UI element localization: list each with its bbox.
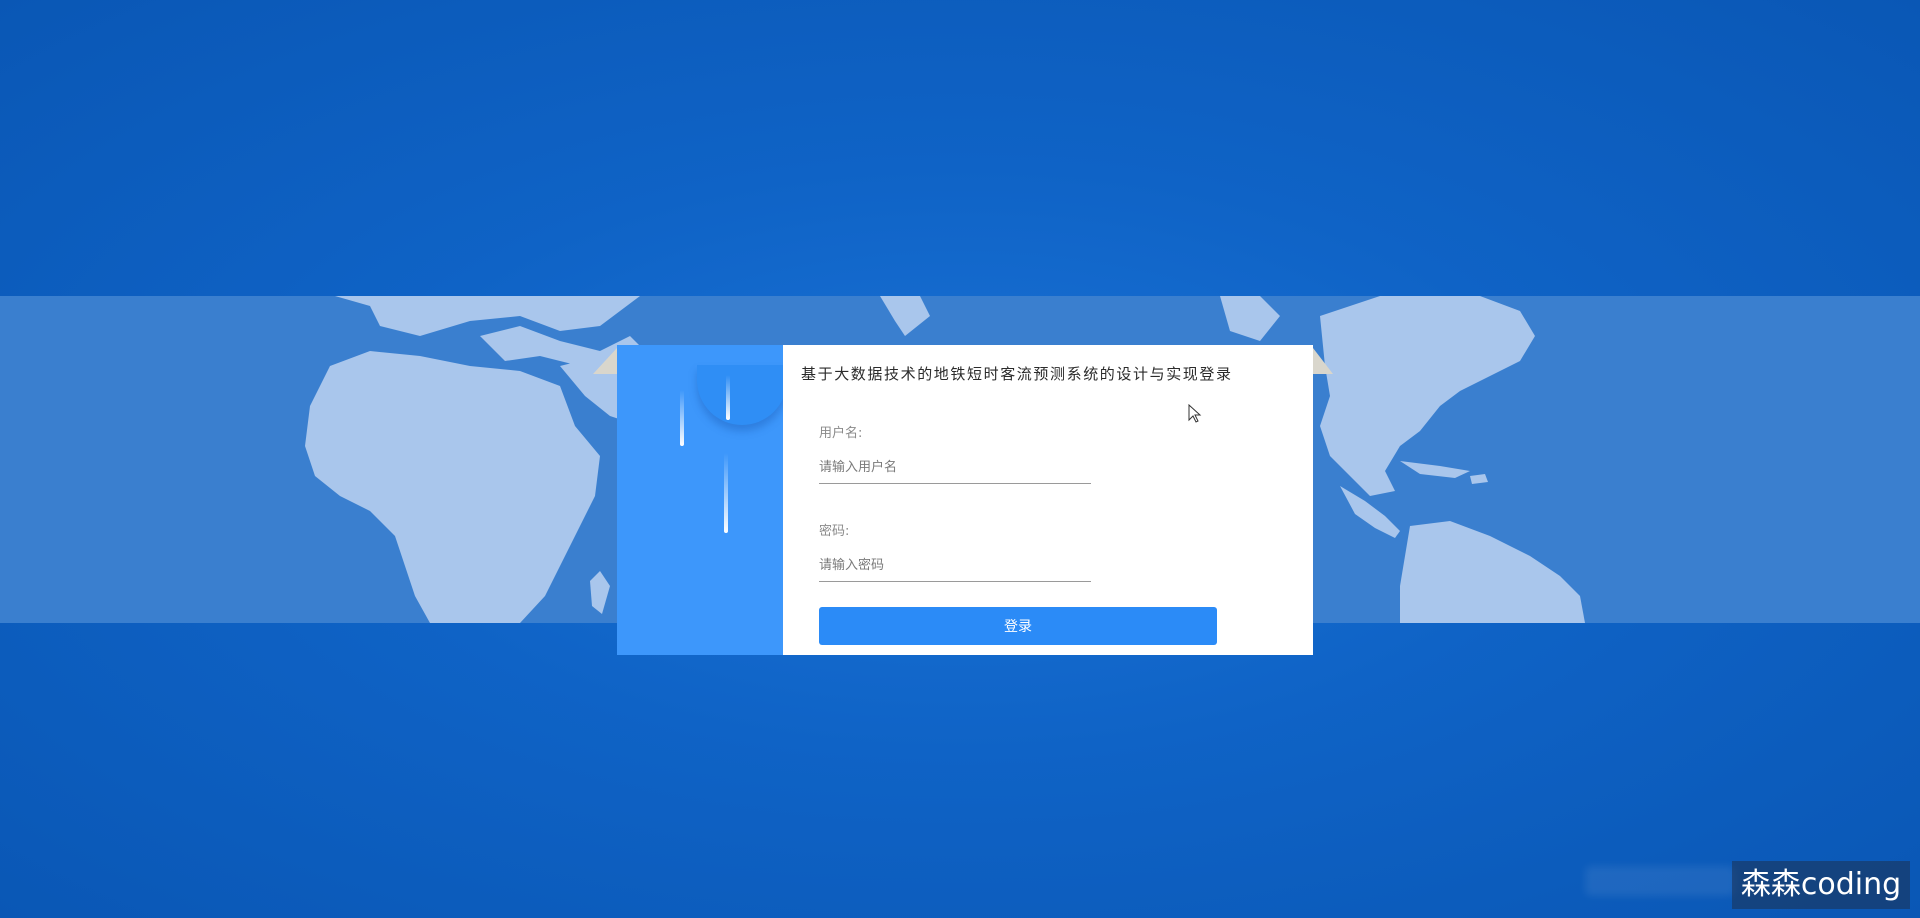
- mouse-cursor-icon: [1188, 404, 1202, 423]
- decorative-panel: [617, 345, 783, 655]
- ribbon-right: [1313, 348, 1333, 374]
- login-page: 基于大数据技术的地铁短时客流预测系统的设计与实现登录 用户名: 密码: 登录 森…: [0, 0, 1920, 918]
- light-streak: [680, 390, 684, 446]
- watermark: 森森coding: [1732, 861, 1910, 909]
- username-input[interactable]: [819, 451, 1091, 484]
- login-card: 基于大数据技术的地铁短时客流预测系统的设计与实现登录 用户名: 密码: 登录: [593, 345, 1333, 655]
- login-button[interactable]: 登录: [819, 607, 1217, 645]
- light-streak: [724, 453, 728, 533]
- panel-glow: [697, 365, 783, 425]
- password-input[interactable]: [819, 549, 1091, 582]
- page-title: 基于大数据技术的地铁短时客流预测系统的设计与实现登录: [801, 365, 1233, 383]
- blurred-overlay: [1585, 866, 1735, 896]
- username-label: 用户名:: [819, 426, 863, 441]
- light-streak: [726, 375, 730, 420]
- password-label: 密码:: [819, 524, 850, 539]
- ribbon-left: [593, 348, 617, 374]
- login-form: 基于大数据技术的地铁短时客流预测系统的设计与实现登录 用户名: 密码: 登录: [783, 345, 1313, 655]
